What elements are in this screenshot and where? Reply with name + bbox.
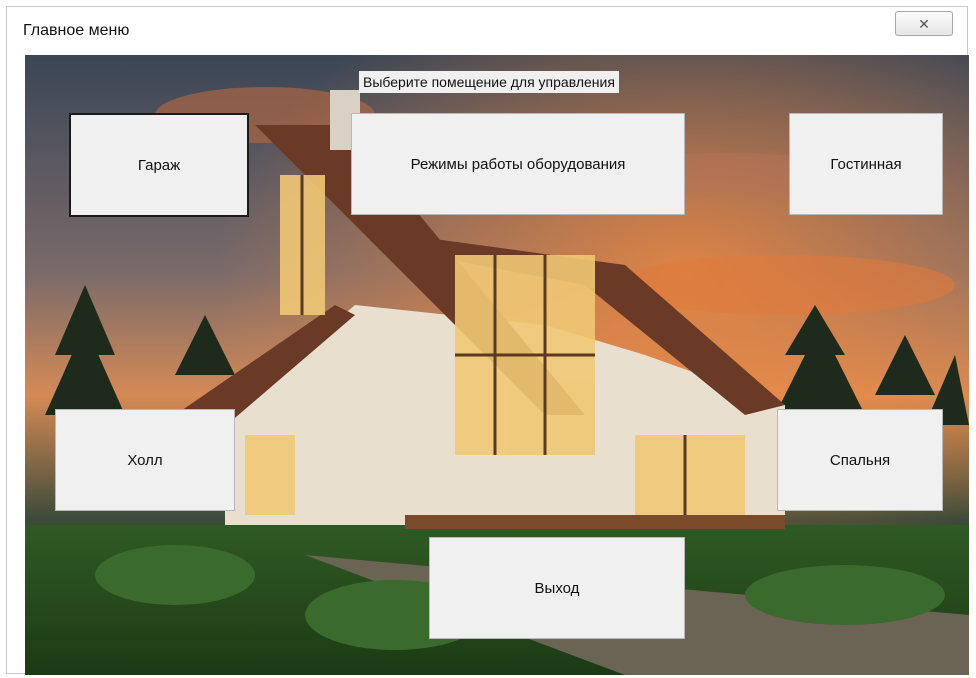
form-client-area: Выберите помещение для управления Гараж … [25,55,969,675]
bedroom-button[interactable]: Спальня [777,409,943,511]
main-menu-window: Главное меню ✕ Выберите помещение для уп… [6,6,969,675]
exit-button[interactable]: Выход [429,537,685,639]
living-room-button[interactable]: Гостинная [789,113,943,215]
garage-button[interactable]: Гараж [69,113,249,217]
hall-button[interactable]: Холл [55,409,235,511]
prompt-label: Выберите помещение для управления [359,71,619,93]
title-bar: Главное меню ✕ [7,7,967,53]
close-icon: ✕ [918,15,930,32]
equipment-modes-button[interactable]: Режимы работы оборудования [351,113,685,215]
close-button[interactable]: ✕ [895,11,953,36]
window-title: Главное меню [23,22,130,39]
